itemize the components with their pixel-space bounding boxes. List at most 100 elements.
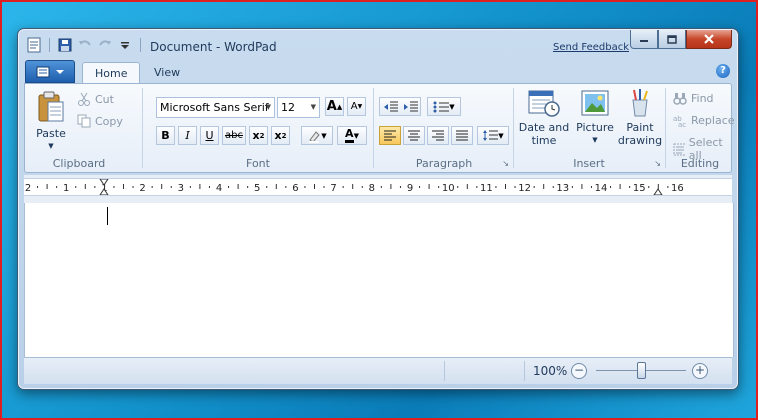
highlight-color-button[interactable]: ▼ bbox=[301, 126, 333, 145]
bullet-list-icon bbox=[433, 101, 450, 112]
minimize-button[interactable] bbox=[630, 30, 658, 49]
ruler-tick bbox=[543, 184, 545, 189]
ruler-tick bbox=[56, 186, 58, 188]
insert-dialog-launcher-icon[interactable]: ↘ bbox=[654, 159, 661, 168]
ruler-number: 3 bbox=[178, 183, 184, 194]
ruler-tick bbox=[419, 186, 421, 188]
replace-label: Replace bbox=[691, 114, 735, 127]
ruler-tick bbox=[247, 186, 249, 188]
insert-group-label: Insert bbox=[573, 157, 605, 170]
decrease-indent-icon[interactable] bbox=[383, 101, 398, 113]
customize-qat-icon[interactable] bbox=[117, 37, 133, 53]
line-spacing-icon bbox=[483, 130, 499, 141]
font-size-select[interactable]: 12 ▼ bbox=[277, 97, 320, 118]
picture-label: Picture bbox=[576, 121, 614, 134]
send-feedback-link[interactable]: Send Feedback bbox=[553, 42, 629, 53]
qat-separator bbox=[49, 38, 50, 52]
align-left-button[interactable] bbox=[379, 126, 401, 145]
align-center-button[interactable] bbox=[403, 126, 425, 145]
ruler-tick bbox=[342, 186, 344, 188]
font-color-button[interactable]: A ▼ bbox=[337, 126, 367, 145]
ruler-tick bbox=[132, 186, 134, 188]
maximize-button[interactable] bbox=[658, 30, 686, 49]
italic-button[interactable]: I bbox=[178, 126, 197, 145]
bold-button[interactable]: B bbox=[156, 126, 175, 145]
picture-button[interactable]: Picture ▼ bbox=[575, 88, 615, 147]
ruler-number: 2 bbox=[25, 183, 31, 194]
align-center-icon bbox=[408, 130, 420, 140]
tab-view[interactable]: View bbox=[142, 62, 192, 83]
superscript-button[interactable]: x2 bbox=[271, 126, 290, 145]
ruler-tick bbox=[199, 184, 201, 189]
date-time-button[interactable]: Date and time bbox=[517, 88, 571, 147]
chevron-down-icon: ▼ bbox=[449, 102, 455, 111]
paste-icon bbox=[38, 91, 64, 122]
font-family-select[interactable]: Microsoft Sans Serif ▼ bbox=[156, 97, 275, 118]
justify-button[interactable] bbox=[451, 126, 473, 145]
paragraph-dialog-launcher-icon[interactable]: ↘ bbox=[502, 159, 509, 168]
wordpad-app-icon[interactable] bbox=[26, 37, 42, 53]
close-button[interactable] bbox=[686, 30, 732, 49]
undo-icon[interactable] bbox=[77, 37, 93, 53]
line-spacing-button[interactable]: ▼ bbox=[477, 126, 509, 145]
application-menu-button[interactable] bbox=[25, 60, 75, 83]
ruler-tick bbox=[189, 186, 191, 188]
underline-button[interactable]: U bbox=[200, 126, 219, 145]
date-time-label: Date and time bbox=[518, 121, 570, 147]
paint-drawing-button[interactable]: Paint drawing bbox=[617, 88, 663, 147]
tab-home[interactable]: Home bbox=[82, 62, 141, 84]
ruler-number: 10 bbox=[442, 183, 455, 194]
quick-access-toolbar bbox=[26, 37, 144, 53]
ruler-tick bbox=[94, 186, 96, 188]
copy-icon bbox=[77, 114, 91, 128]
zoom-in-button[interactable]: + bbox=[692, 363, 708, 379]
ruler[interactable]: 2 1 1 2 3 4 5 6 7 8 9 10 11 12 13 14 15 16 bbox=[24, 175, 732, 203]
zoom-slider-thumb[interactable] bbox=[637, 362, 646, 379]
replace-button[interactable]: ab ac Replace bbox=[673, 114, 735, 127]
highlighter-icon bbox=[309, 130, 320, 143]
font-group-label: Font bbox=[246, 157, 270, 170]
align-right-button[interactable] bbox=[427, 126, 449, 145]
paste-button[interactable]: Paste ▼ bbox=[31, 90, 71, 153]
shrink-font-button[interactable]: A ▼ bbox=[347, 97, 366, 116]
align-right-icon bbox=[432, 130, 444, 140]
zoom-level[interactable]: 100% bbox=[533, 364, 567, 378]
ruler-number: 14 bbox=[595, 183, 608, 194]
group-separator bbox=[665, 88, 666, 168]
svg-text:ac: ac bbox=[678, 121, 686, 127]
document-area[interactable] bbox=[24, 203, 734, 357]
redo-icon[interactable] bbox=[97, 37, 113, 53]
strikethrough-button[interactable]: abc bbox=[222, 126, 246, 145]
find-button[interactable]: Find bbox=[673, 92, 714, 105]
bullet-list-button[interactable]: ▼ bbox=[427, 97, 461, 116]
ruler-tick bbox=[380, 186, 382, 188]
group-separator bbox=[142, 88, 143, 168]
zoom-out-button[interactable]: − bbox=[571, 363, 587, 379]
right-indent-marker[interactable] bbox=[653, 188, 663, 196]
group-font: Microsoft Sans Serif ▼ 12 ▼ A ▲ A ▼ B I U … bbox=[145, 84, 371, 172]
save-icon[interactable] bbox=[57, 37, 73, 53]
ruler-tick bbox=[438, 186, 440, 188]
replace-icon: abac bbox=[673, 115, 686, 127]
ribbon-home: Paste ▼ Cut Copy Clipboard Microsoft San… bbox=[24, 83, 735, 173]
copy-button[interactable]: Copy bbox=[77, 114, 123, 128]
ruler-number: 12 bbox=[518, 183, 531, 194]
help-icon[interactable]: ? bbox=[716, 64, 730, 78]
ruler-tick bbox=[590, 186, 592, 188]
grow-font-button[interactable]: A ▲ bbox=[325, 97, 344, 116]
ruler-tick bbox=[161, 184, 163, 189]
ruler-tick bbox=[361, 186, 363, 188]
ruler-tick bbox=[113, 186, 115, 188]
chevron-down-icon: ▼ bbox=[592, 136, 598, 144]
status-bar: 100% − + bbox=[24, 357, 732, 384]
ruler-number: 15 bbox=[633, 183, 646, 194]
increase-indent-icon[interactable] bbox=[403, 101, 418, 113]
chevron-down-icon: ▼ bbox=[353, 131, 359, 140]
align-left-icon bbox=[384, 130, 396, 140]
subscript-button[interactable]: x2 bbox=[249, 126, 268, 145]
ruler-tick bbox=[237, 184, 239, 189]
indent-buttons bbox=[379, 97, 421, 116]
status-divider bbox=[444, 361, 445, 381]
cut-button[interactable]: Cut bbox=[77, 92, 114, 106]
ruler-tick bbox=[304, 186, 306, 188]
